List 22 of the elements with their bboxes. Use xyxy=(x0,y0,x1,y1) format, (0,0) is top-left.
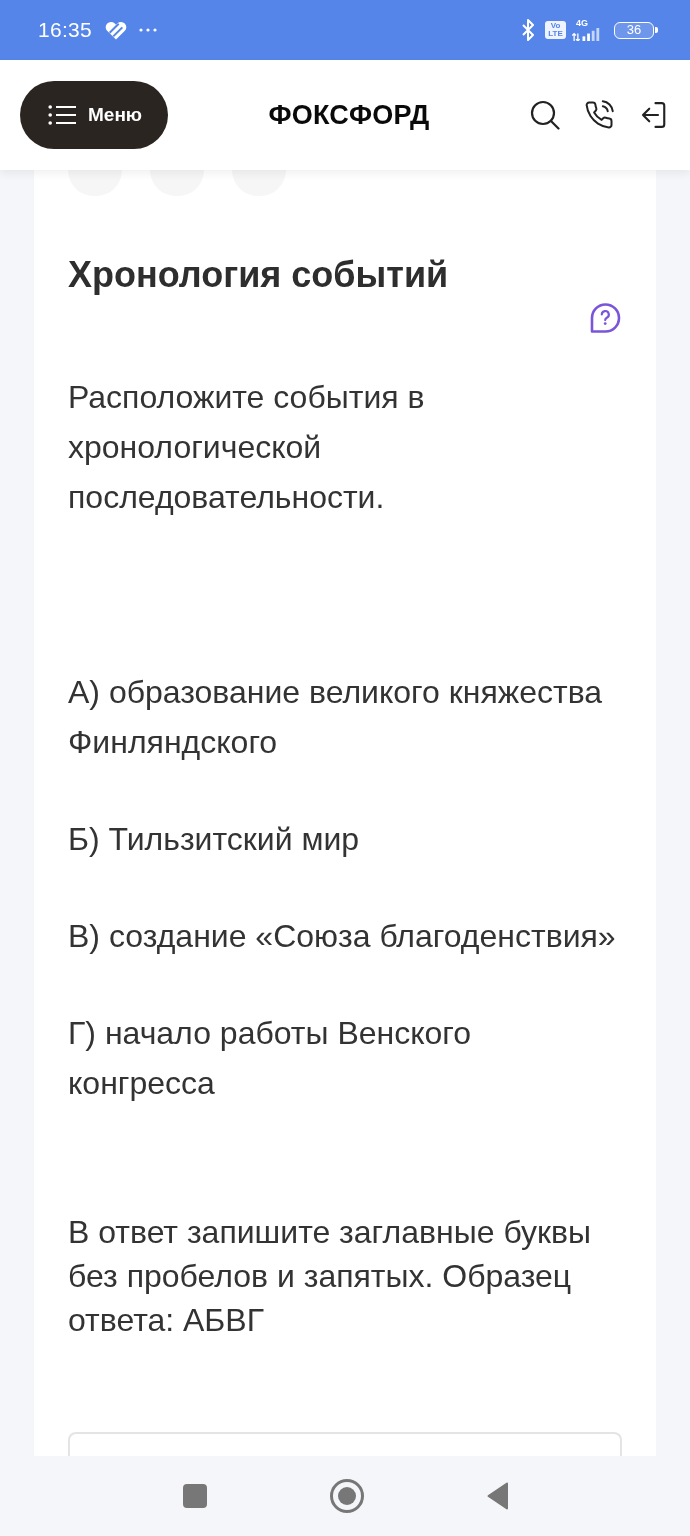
task-instruction: Расположите события в хронологической последовательности. xyxy=(68,378,426,517)
event-option: Г) начало работы Венского конгресса xyxy=(68,1008,622,1108)
answer-instruction: В ответ запишите заглавные буквы без пробелов и запятых. Образец ответа: АБВГ xyxy=(68,1213,592,1340)
search-icon[interactable] xyxy=(530,100,560,130)
network-type-label: 4G xyxy=(576,19,588,28)
phone-icon[interactable] xyxy=(584,100,614,130)
status-time: 16:35 xyxy=(38,18,93,42)
volte-badge: Vo LTE xyxy=(545,21,566,39)
heart-icon xyxy=(105,20,128,40)
recent-apps-icon[interactable] xyxy=(183,1484,207,1508)
bluetooth-icon xyxy=(521,19,535,41)
home-icon[interactable] xyxy=(330,1479,364,1513)
menu-button[interactable]: Меню xyxy=(20,81,168,149)
task-title: Хронология событий xyxy=(68,253,450,297)
menu-icon xyxy=(48,104,76,126)
event-option: В) создание «Союза благоденствия» xyxy=(68,911,622,961)
more-dots-icon xyxy=(139,28,158,32)
back-icon[interactable] xyxy=(487,1482,509,1510)
event-option: А) образование великого княжества Финляндского xyxy=(68,667,622,767)
help-bubble-icon[interactable] xyxy=(588,301,622,335)
site-logo[interactable]: ФОКСФОРД xyxy=(268,99,430,131)
event-option: Б) Тильзитский мир xyxy=(68,814,622,864)
